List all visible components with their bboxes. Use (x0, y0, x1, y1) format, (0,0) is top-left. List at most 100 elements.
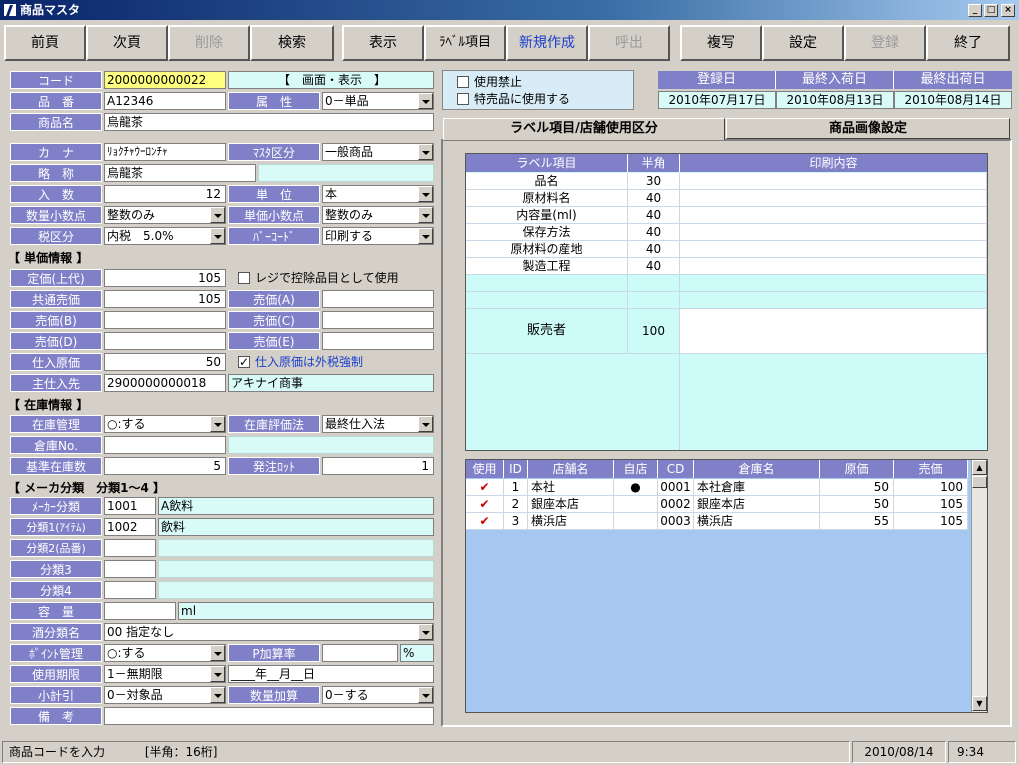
id-cell[interactable]: 1 (504, 479, 528, 496)
label-content-cell[interactable] (680, 224, 987, 241)
zaiko-kanri-select[interactable]: ○:する (104, 415, 226, 433)
yoryo-input[interactable] (104, 602, 176, 620)
code-input[interactable]: 2000000000022 (104, 71, 226, 89)
register-button[interactable]: 登録 (844, 25, 926, 61)
shu-shiiresaki-input[interactable]: 2900000000018 (104, 374, 226, 392)
price-cell[interactable]: 105 (894, 513, 968, 530)
register-deduct-checkbox[interactable]: レジで控除品目として使用 (238, 270, 399, 286)
seller-item[interactable]: 販売者 (466, 309, 628, 354)
label-item-cell[interactable]: 原材料の産地 (466, 241, 628, 258)
label-empty-cell[interactable] (628, 275, 680, 292)
barcode-select[interactable]: 印刷する (322, 227, 434, 245)
label-content-cell[interactable] (680, 173, 987, 190)
warehouse-cell[interactable]: 横浜店 (694, 513, 820, 530)
chevron-down-icon[interactable] (418, 93, 433, 109)
label-item-cell[interactable]: 保存方法 (466, 224, 628, 241)
chevron-down-icon[interactable] (418, 228, 433, 244)
bunrui3-input[interactable] (104, 560, 156, 578)
label-empty-cell[interactable] (466, 292, 628, 309)
suryo-shosu-select[interactable]: 整数のみ (104, 206, 226, 224)
chevron-down-icon[interactable] (210, 416, 225, 432)
own-store-cell[interactable] (614, 496, 658, 513)
chevron-down-icon[interactable] (418, 186, 433, 202)
soko-no-input[interactable] (104, 436, 226, 454)
label-item-cell[interactable]: 原材料名 (466, 190, 628, 207)
scroll-up-icon[interactable]: ▲ (972, 460, 987, 475)
store-name-cell[interactable]: 銀座本店 (528, 496, 614, 513)
shohinmei-input[interactable]: 烏龍茶 (104, 113, 434, 131)
delete-button[interactable]: 削除 (168, 25, 250, 61)
shiyo-kigen-date-input[interactable]: ____年__月__日 (228, 665, 434, 683)
bunrui1-input[interactable]: 1002 (104, 518, 156, 536)
cd-cell[interactable]: 0001 (658, 479, 694, 496)
kyotsu-baika-input[interactable]: 105 (104, 290, 226, 308)
label-empty-cell[interactable] (680, 275, 987, 292)
p-kasanritsu-input[interactable] (322, 644, 398, 662)
master-kubun-select[interactable]: 一般商品 (322, 143, 434, 161)
cost-cell[interactable]: 50 (820, 479, 894, 496)
label-item-cell[interactable]: 内容量(ml) (466, 207, 628, 224)
label-width-cell[interactable]: 40 (628, 207, 680, 224)
display-button[interactable]: 表示 (342, 25, 424, 61)
cost-cell[interactable]: 55 (820, 513, 894, 530)
scroll-thumb[interactable] (972, 476, 987, 488)
shokei-select[interactable]: 0－対象品 (104, 686, 226, 704)
minimize-button[interactable]: _ (968, 4, 982, 17)
kana-input[interactable]: ﾘｮｸﾁｬｳｰﾛﾝﾁｬ (104, 143, 226, 161)
baika-c-input[interactable] (322, 311, 434, 329)
own-store-cell[interactable]: ● (614, 479, 658, 496)
label-width-cell[interactable]: 40 (628, 258, 680, 275)
seller-width[interactable]: 100 (628, 309, 680, 354)
label-width-cell[interactable]: 40 (628, 190, 680, 207)
exit-button[interactable]: 終了 (926, 25, 1010, 61)
ryakusho-input[interactable]: 烏龍茶 (104, 164, 256, 182)
label-width-cell[interactable]: 40 (628, 224, 680, 241)
label-content-cell[interactable] (680, 258, 987, 275)
price-cell[interactable]: 100 (894, 479, 968, 496)
copy-button[interactable]: 複写 (680, 25, 762, 61)
point-kanri-select[interactable]: ○:する (104, 644, 226, 662)
label-empty-cell[interactable] (466, 275, 628, 292)
use-checkbox[interactable]: ✔ (466, 479, 504, 496)
biko-input[interactable] (104, 707, 434, 725)
hinban-input[interactable]: A12346 (104, 92, 226, 110)
chevron-down-icon[interactable] (418, 144, 433, 160)
kijun-zaiko-input[interactable]: 5 (104, 457, 226, 475)
baika-b-input[interactable] (104, 311, 226, 329)
close-button[interactable]: × (1001, 4, 1015, 17)
seller-content[interactable] (680, 309, 987, 354)
chevron-down-icon[interactable] (210, 645, 225, 661)
checkbox-icon[interactable] (457, 76, 469, 88)
maximize-button[interactable]: □ (984, 4, 998, 17)
teika-input[interactable]: 105 (104, 269, 226, 287)
baika-e-input[interactable] (322, 332, 434, 350)
label-empty-cell[interactable] (680, 292, 987, 309)
price-cell[interactable]: 105 (894, 496, 968, 513)
id-cell[interactable]: 2 (504, 496, 528, 513)
label-item-cell[interactable]: 製造工程 (466, 258, 628, 275)
chevron-down-icon[interactable] (210, 207, 225, 223)
maker-bunrui-input[interactable]: 1001 (104, 497, 156, 515)
label-empty-cell[interactable] (628, 292, 680, 309)
hatchu-lot-input[interactable]: 1 (322, 457, 434, 475)
store-name-cell[interactable]: 本社 (528, 479, 614, 496)
search-button[interactable]: 検索 (250, 25, 334, 61)
soto-zei-checkbox[interactable]: 仕入原価は外税強制 (238, 354, 363, 370)
use-checkbox[interactable]: ✔ (466, 496, 504, 513)
checkbox-icon[interactable] (457, 93, 469, 105)
tab-product-image[interactable]: 商品画像設定 (726, 118, 1010, 139)
own-store-cell[interactable] (614, 513, 658, 530)
id-cell[interactable]: 3 (504, 513, 528, 530)
baika-d-input[interactable] (104, 332, 226, 350)
chevron-down-icon[interactable] (418, 207, 433, 223)
label-item-cell[interactable]: 品名 (466, 173, 628, 190)
shiire-genka-input[interactable]: 50 (104, 353, 226, 371)
chevron-down-icon[interactable] (418, 416, 433, 432)
suryo-kasan-select[interactable]: 0－する (322, 686, 434, 704)
tanka-shosu-select[interactable]: 整数のみ (322, 206, 434, 224)
use-checkbox[interactable]: ✔ (466, 513, 504, 530)
label-content-cell[interactable] (680, 190, 987, 207)
chevron-down-icon[interactable] (418, 687, 433, 703)
tani-select[interactable]: 本 (322, 185, 434, 203)
sake-bunrui-select[interactable]: 00 指定なし (104, 623, 434, 641)
